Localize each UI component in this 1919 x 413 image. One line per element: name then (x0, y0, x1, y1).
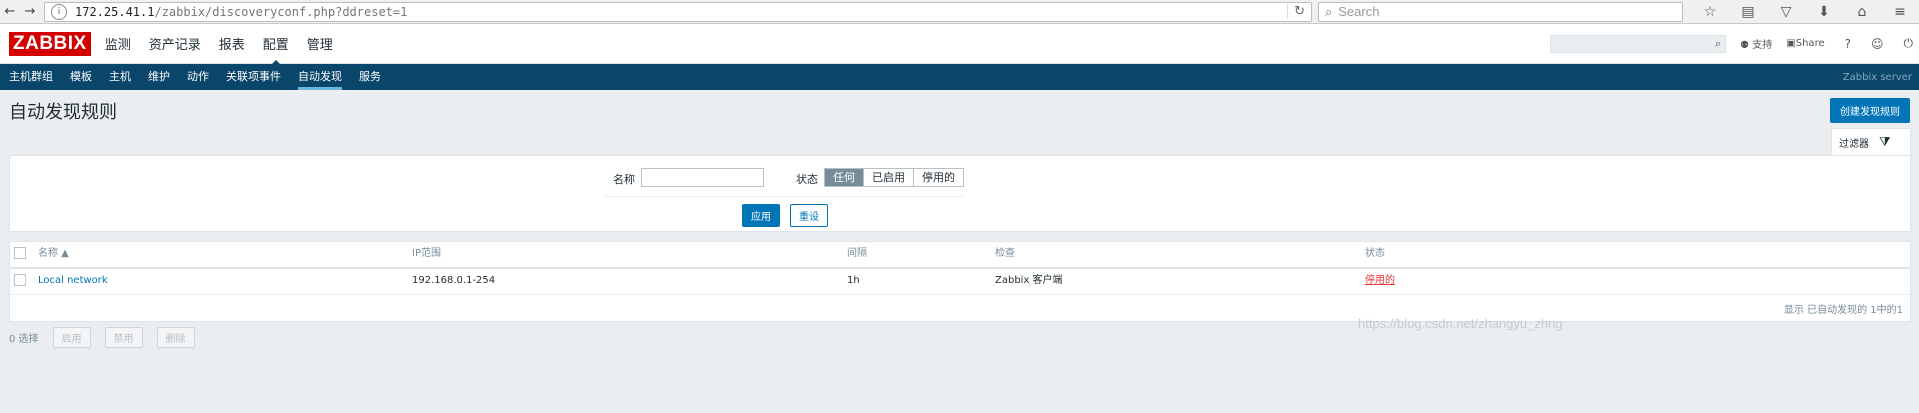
filter-tab[interactable]: 过滤器 ⧩ (1831, 128, 1911, 156)
table-footer-count: 显示 已自动发现的 1中的1 (1783, 305, 1903, 316)
back-icon[interactable]: ← (0, 2, 20, 22)
sub-navigation: 主机群组 模板 主机 维护 动作 关联项事件 自动发现 服务 Zabbix se… (0, 64, 1919, 90)
reload-icon[interactable]: ↻ (1287, 4, 1305, 19)
submenu-host-groups[interactable]: 主机群组 (9, 64, 53, 90)
support-link[interactable]: ⚉ 支持 (1740, 36, 1772, 51)
menu-inventory[interactable]: 资产记录 (149, 34, 201, 53)
menu-reports[interactable]: 报表 (219, 34, 245, 53)
forward-icon[interactable]: → (20, 2, 40, 22)
rule-status-toggle[interactable]: 停用的 (1365, 269, 1395, 293)
browser-toolbar: ← → i 172.25.41.1/zabbix/discoveryconf.p… (0, 0, 1919, 24)
global-search-input[interactable]: ⌕ (1550, 34, 1727, 53)
filter-status-label: 状态 (796, 173, 818, 186)
search-placeholder: Search (1338, 4, 1380, 19)
discovery-rules-table: 名称 ▲ IP范围 间隔 检查 状态 Local network 192.168… (9, 241, 1911, 322)
home-icon[interactable]: ⌂ (1843, 4, 1881, 20)
rule-name-link[interactable]: Local network (38, 269, 108, 293)
share-label: Share (1795, 38, 1825, 49)
rule-checks: Zabbix 客户端 (995, 275, 1063, 286)
create-discovery-rule-button[interactable]: 创建发现规则 (1830, 98, 1910, 123)
url-bar[interactable]: i 172.25.41.1/zabbix/discoveryconf.php?d… (44, 1, 1312, 22)
filter-funnel-icon: ⧩ (1879, 135, 1891, 150)
selected-count: 0 选择 (9, 334, 39, 345)
submenu-templates[interactable]: 模板 (70, 64, 92, 90)
submenu-correlation[interactable]: 关联项事件 (226, 64, 281, 90)
url-path: /zabbix/discoveryconf.php?ddreset=1 (154, 4, 408, 19)
support-label: 支持 (1752, 40, 1773, 51)
top-navigation: ZABBIX 监测 资产记录 报表 配置 管理 ⌕ ⚉ 支持 ▣Share ? … (0, 24, 1919, 66)
page-title: 自动发现规则 (9, 102, 117, 123)
column-interval: 间隔 (847, 248, 867, 259)
url-host: 172.25.41.1 (75, 4, 155, 19)
submenu-actions[interactable]: 动作 (187, 64, 209, 90)
reset-button[interactable]: 重设 (790, 204, 828, 227)
table-header: 名称 ▲ IP范围 间隔 检查 状态 (10, 242, 1910, 269)
submenu-discovery[interactable]: 自动发现 (298, 64, 342, 90)
page-header: 自动发现规则 创建发现规则 (0, 90, 1919, 126)
select-all-checkbox[interactable] (14, 247, 26, 259)
download-icon[interactable]: ⬇ (1805, 4, 1843, 20)
zabbix-logo[interactable]: ZABBIX (9, 31, 91, 56)
user-profile-icon[interactable]: ☺ (1871, 37, 1884, 51)
menu-configuration[interactable]: 配置 (263, 34, 289, 66)
search-icon: ⌕ (1325, 3, 1333, 19)
mass-enable-button[interactable]: 启用 (52, 327, 91, 348)
submenu-maintenance[interactable]: 维护 (148, 64, 170, 90)
headset-icon: ⚉ (1740, 40, 1750, 51)
column-checks: 检查 (995, 248, 1015, 259)
mass-delete-button[interactable]: 删除 (156, 327, 195, 348)
server-name: Zabbix server (1842, 71, 1912, 83)
info-icon[interactable]: i (51, 3, 67, 20)
filter-panel: 名称 状态 任何 已启用 停用的 应用 重设 (9, 155, 1911, 232)
submenu-services[interactable]: 服务 (359, 64, 381, 90)
rule-ip-range: 192.168.0.1-254 (412, 275, 496, 286)
reading-list-icon[interactable]: ▤ (1729, 4, 1767, 20)
bookmark-star-icon[interactable]: ☆ (1691, 4, 1729, 20)
table-row: Local network 192.168.0.1-254 1h Zabbix … (10, 269, 1910, 295)
rule-interval: 1h (847, 275, 860, 286)
status-option-any[interactable]: 任何 (825, 169, 864, 186)
column-ip-range: IP范围 (412, 248, 441, 259)
filter-name-input[interactable] (641, 168, 764, 187)
menu-icon[interactable]: ≡ (1881, 4, 1919, 20)
menu-administration[interactable]: 管理 (307, 34, 333, 53)
share-link[interactable]: ▣Share (1786, 38, 1824, 49)
row-checkbox[interactable] (14, 274, 26, 286)
menu-monitoring[interactable]: 监测 (105, 34, 131, 53)
status-option-enabled[interactable]: 已启用 (864, 169, 914, 186)
filter-status-segmented: 任何 已启用 停用的 (824, 168, 964, 187)
share-icon: ▣ (1786, 38, 1796, 49)
help-icon[interactable]: ? (1845, 37, 1851, 51)
filter-tab-label: 过滤器 (1839, 139, 1869, 150)
filter-name-label: 名称 (613, 173, 635, 186)
sign-out-icon[interactable]: ⏻ (1904, 36, 1914, 51)
browser-search-input[interactable]: ⌕ Search (1318, 1, 1683, 22)
table-footer: 显示 已自动发现的 1中的1 (10, 295, 1910, 321)
filter-divider (604, 196, 964, 197)
pocket-icon[interactable]: ▽ (1767, 4, 1805, 20)
mass-actions: 0 选择 启用 禁用 删除 (9, 327, 195, 348)
mass-disable-button[interactable]: 禁用 (104, 327, 143, 348)
apply-button[interactable]: 应用 (742, 204, 780, 227)
status-option-disabled[interactable]: 停用的 (914, 169, 963, 186)
column-status: 状态 (1365, 248, 1385, 259)
search-icon[interactable]: ⌕ (1715, 37, 1721, 51)
watermark-text: https://blog.csdn.net/zhangyu_zhng (1358, 316, 1563, 331)
main-menu: 监测 资产记录 报表 配置 管理 (105, 34, 351, 66)
column-name-sort[interactable]: 名称 ▲ (38, 242, 69, 266)
submenu-hosts[interactable]: 主机 (109, 64, 131, 90)
